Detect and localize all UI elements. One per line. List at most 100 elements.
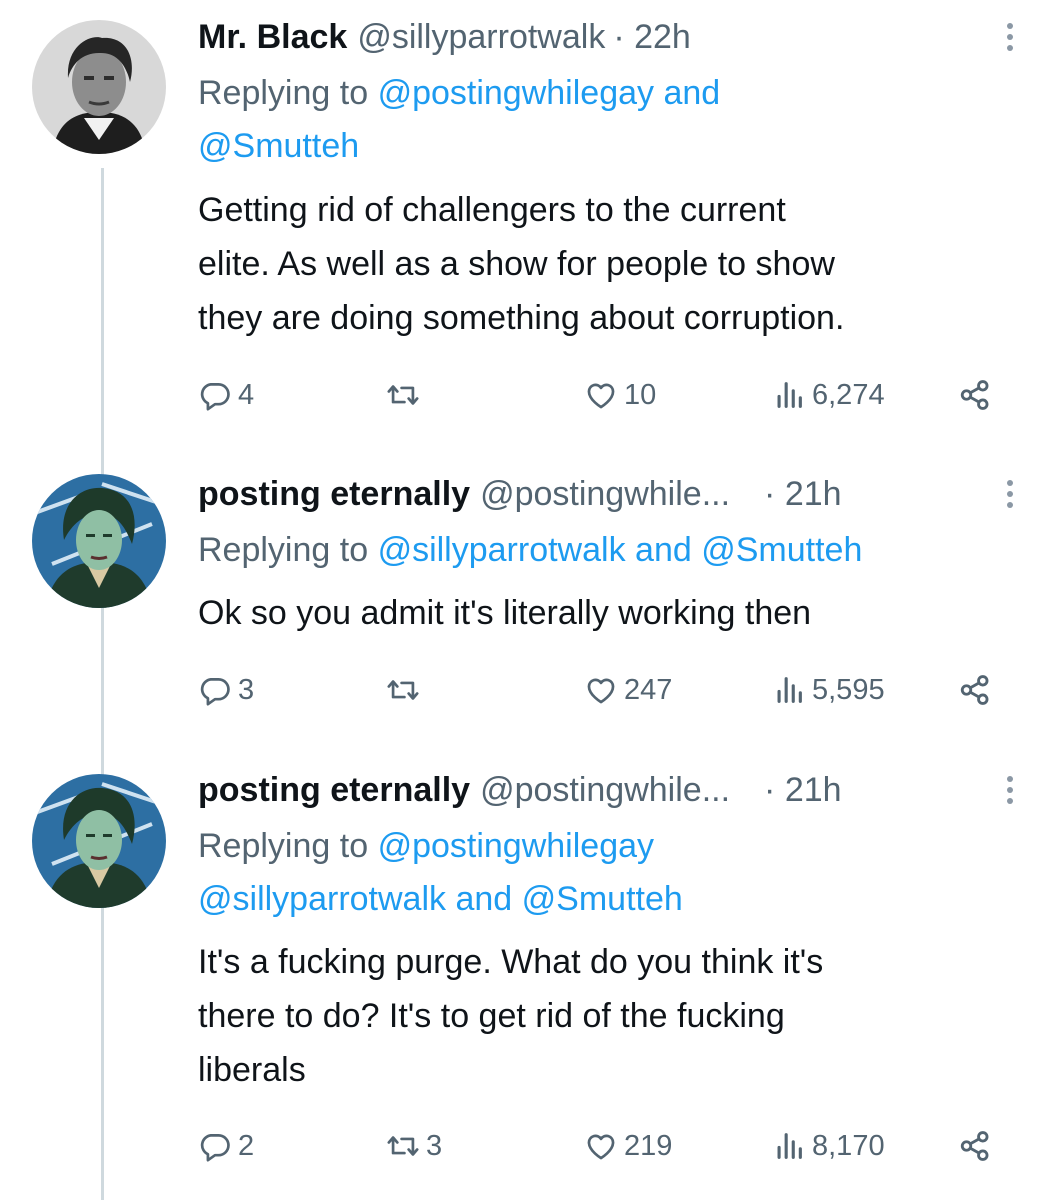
- views-button[interactable]: 5,595: [772, 668, 885, 712]
- views-icon: [777, 382, 802, 408]
- more-options-button[interactable]: [996, 768, 1024, 812]
- replying-to: Replying to @postingwhilegay @sillyparro…: [198, 820, 1038, 926]
- tweet-text-line: It's a fucking purge. What do you think …: [198, 943, 824, 981]
- reply-count: 4: [238, 378, 255, 411]
- mention-and: and: [635, 531, 692, 569]
- share-button[interactable]: [958, 373, 992, 417]
- mention-link[interactable]: @Smutteh: [522, 880, 683, 918]
- heart-icon: [587, 678, 615, 704]
- mention-link[interactable]: @sillyparrotwalk: [378, 531, 626, 569]
- more-icon-dot: [1007, 491, 1013, 497]
- share-button[interactable]: [958, 1124, 992, 1168]
- avatar-portrait-icon: [32, 20, 166, 154]
- like-count: 247: [624, 673, 673, 706]
- retweet-icon: [387, 385, 419, 405]
- tweet-actions: 2 3 219 8,170: [198, 1124, 1008, 1168]
- views-icon: [777, 1133, 802, 1159]
- display-name[interactable]: posting eternally: [198, 771, 470, 810]
- mention-link[interactable]: @sillyparrotwalk: [198, 880, 446, 918]
- display-name[interactable]: posting eternally: [198, 475, 470, 514]
- reply-count: 2: [238, 1129, 255, 1162]
- tweet-text: Ok so you admit it's literally working t…: [198, 586, 1028, 640]
- user-handle[interactable]: @sillyparrotwalk: [357, 18, 605, 57]
- more-icon-dot: [1007, 787, 1013, 793]
- tweet-header: posting eternally @postingwhile... · 21h: [198, 472, 842, 516]
- views-button[interactable]: 8,170: [772, 1124, 885, 1168]
- tweet-header: posting eternally @postingwhile... · 21h: [198, 768, 842, 812]
- reply-icon: [200, 1134, 230, 1162]
- replying-to: Replying to @sillyparrotwalk and @Smutte…: [198, 524, 1058, 577]
- share-button[interactable]: [958, 668, 992, 712]
- more-icon: [1007, 776, 1013, 782]
- tweet-actions: 4 10 6,274: [198, 373, 1008, 417]
- avatar[interactable]: [32, 774, 166, 908]
- retweet-button[interactable]: [386, 668, 426, 712]
- retweet-count: 3: [426, 1129, 443, 1162]
- avatar[interactable]: [32, 20, 166, 154]
- retweet-icon: [387, 680, 419, 700]
- retweet-icon: [387, 1136, 419, 1156]
- retweet-button[interactable]: [386, 373, 426, 417]
- more-icon-dot: [1007, 798, 1013, 804]
- replying-to-label: Replying to: [198, 827, 369, 865]
- like-button[interactable]: 10: [584, 373, 656, 417]
- tweet[interactable]: Mr. Black @sillyparrotwalk · 22h Replyin…: [0, 0, 1063, 460]
- share-icon: [960, 1131, 989, 1161]
- views-icon: [777, 677, 802, 703]
- timestamp[interactable]: · 21h: [764, 771, 842, 810]
- reply-icon: [200, 383, 230, 411]
- mention-and: and: [663, 74, 721, 112]
- reply-button[interactable]: 3: [198, 668, 254, 712]
- replying-to-label: Replying to: [198, 74, 369, 112]
- mention-link[interactable]: @Smutteh: [198, 127, 359, 165]
- replying-to: Replying to @postingwhilegay and @Smutte…: [198, 67, 1038, 173]
- reply-count: 3: [238, 673, 255, 706]
- display-name[interactable]: Mr. Black: [198, 18, 347, 57]
- user-handle[interactable]: @postingwhile...: [480, 475, 730, 514]
- avatar-portrait-icon: [32, 774, 166, 908]
- tweet[interactable]: posting eternally @postingwhile... · 21h…: [0, 460, 1063, 750]
- mention-link[interactable]: @postingwhilegay: [378, 827, 654, 865]
- mention-link[interactable]: @postingwhilegay: [378, 74, 654, 112]
- views-button[interactable]: 6,274: [772, 373, 885, 417]
- like-count: 10: [624, 378, 657, 411]
- tweet-text: Getting rid of challengers to the curren…: [198, 183, 1028, 345]
- replying-to-label: Replying to: [198, 531, 369, 569]
- more-icon-dot: [1007, 502, 1013, 508]
- user-handle[interactable]: @postingwhile...: [480, 771, 730, 810]
- share-icon: [960, 675, 989, 705]
- retweet-button[interactable]: 3: [386, 1124, 442, 1168]
- more-icon: [1007, 480, 1013, 486]
- view-count: 5,595: [812, 673, 885, 706]
- tweet-text-line: there to do? It's to get rid of the fuck…: [198, 997, 785, 1035]
- view-count: 6,274: [812, 378, 885, 411]
- timestamp[interactable]: · 21h: [764, 475, 842, 514]
- more-icon-dot: [1007, 34, 1013, 40]
- tweet-text-line: they are doing something about corruptio…: [198, 299, 845, 337]
- tweet-text-line: elite. As well as a show for people to s…: [198, 245, 835, 283]
- avatar-portrait-icon: [32, 474, 166, 608]
- reply-icon: [200, 678, 230, 706]
- tweet-text-line: liberals: [198, 1051, 306, 1089]
- heart-icon: [587, 1134, 615, 1160]
- mention-and: and: [455, 880, 513, 918]
- tweet-actions: 3 247 5,595: [198, 668, 1008, 712]
- like-button[interactable]: 247: [584, 668, 672, 712]
- avatar[interactable]: [32, 474, 166, 608]
- more-icon-dot: [1007, 45, 1013, 51]
- more-options-button[interactable]: [996, 472, 1024, 516]
- like-count: 219: [624, 1129, 673, 1162]
- tweet-header: Mr. Black @sillyparrotwalk · 22h: [198, 15, 691, 59]
- reply-button[interactable]: 4: [198, 373, 254, 417]
- timestamp[interactable]: · 22h: [613, 18, 691, 57]
- share-icon: [960, 380, 989, 410]
- reply-button[interactable]: 2: [198, 1124, 254, 1168]
- view-count: 8,170: [812, 1129, 885, 1162]
- tweet[interactable]: posting eternally @postingwhile... · 21h…: [0, 750, 1063, 1200]
- tweet-text-line: Ok so you admit it's literally working t…: [198, 594, 812, 632]
- heart-icon: [587, 383, 615, 409]
- like-button[interactable]: 219: [584, 1124, 672, 1168]
- more-options-button[interactable]: [996, 15, 1024, 59]
- mention-link[interactable]: @Smutteh: [701, 531, 862, 569]
- more-icon: [1007, 23, 1013, 29]
